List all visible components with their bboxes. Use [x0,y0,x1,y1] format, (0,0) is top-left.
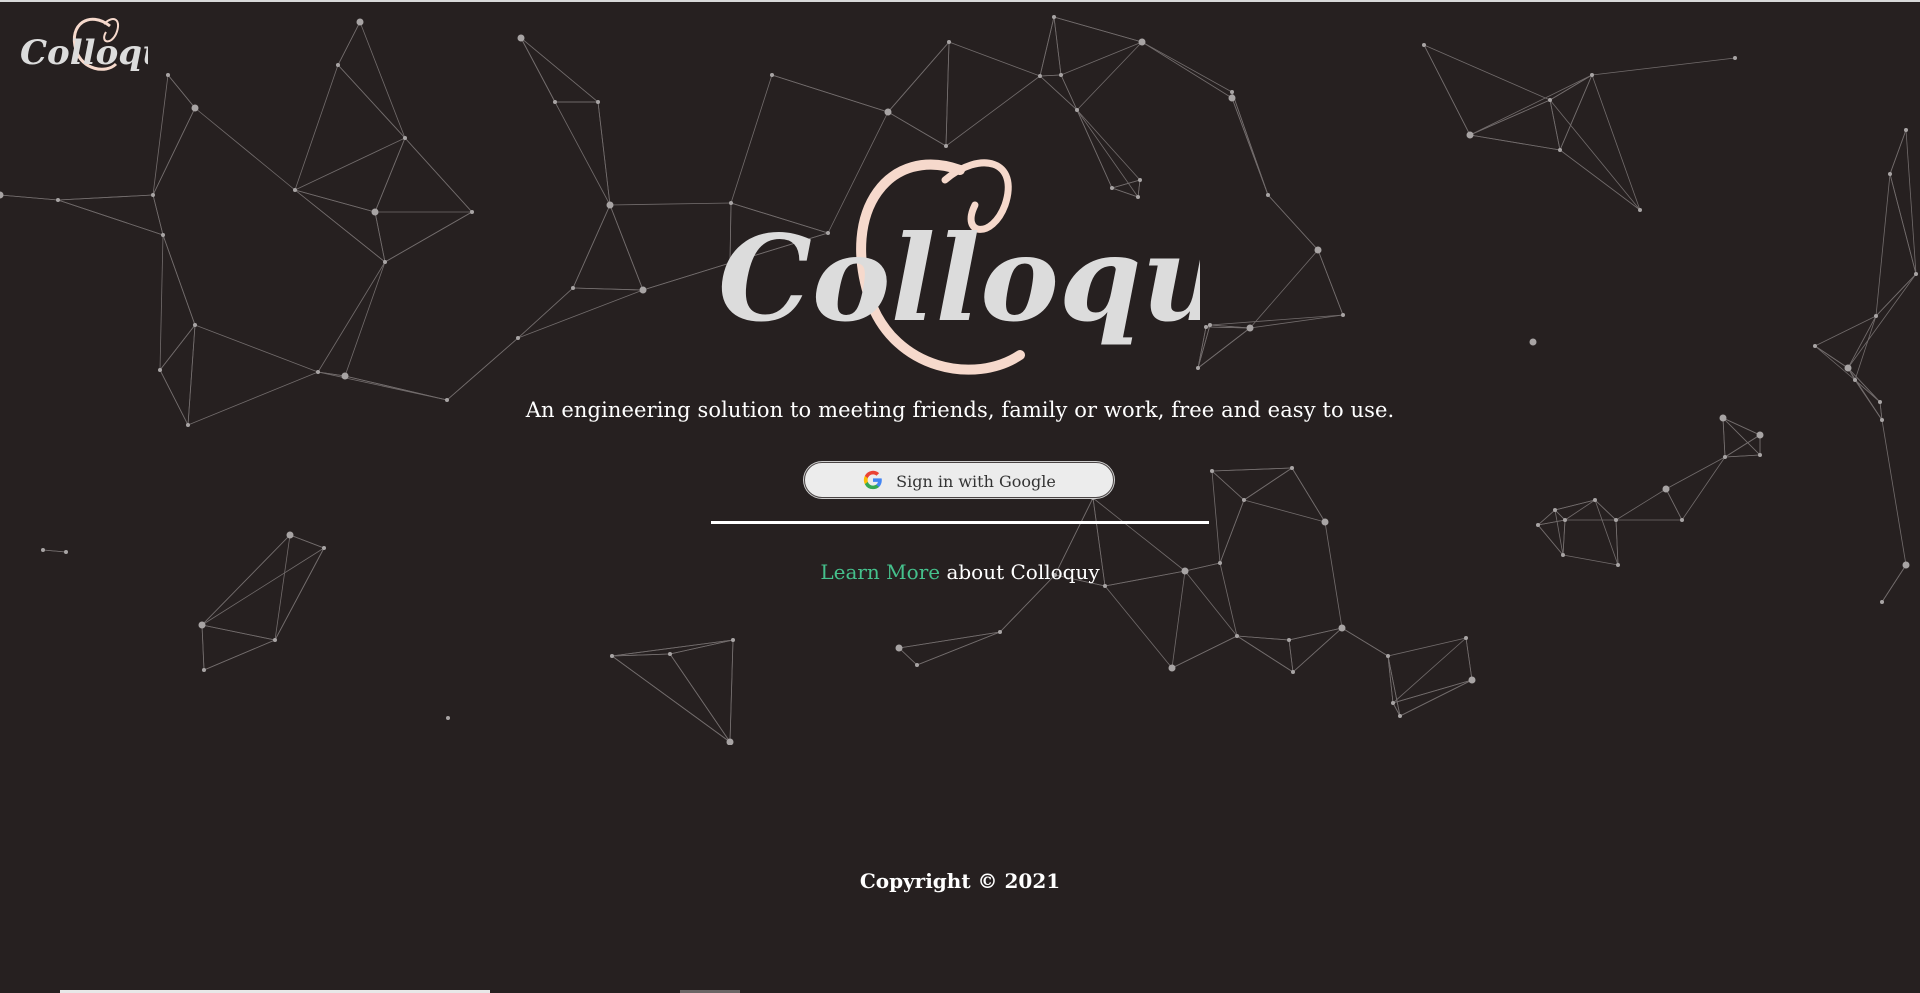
learn-more-line: Learn More about Colloquy [0,560,1920,584]
google-sign-in-button[interactable]: Sign in with Google [804,462,1114,498]
google-g-icon [863,470,882,490]
header-logo[interactable]: Colloquy [18,12,148,82]
learn-more-link[interactable]: Learn More [820,560,940,584]
hero-logo-text: Colloquy [720,209,1200,348]
header-logo-text: Colloquy [20,33,148,73]
learn-more-suffix: about Colloquy [940,560,1100,584]
tagline: An engineering solution to meeting frien… [525,398,1395,422]
copyright-text: Copyright © 2021 [859,869,1061,893]
hero-logo: Colloquy [720,159,1200,375]
section-divider [711,521,1209,524]
google-sign-in-label: Sign in with Google [896,472,1056,491]
